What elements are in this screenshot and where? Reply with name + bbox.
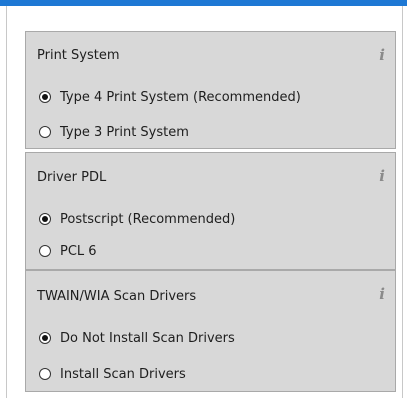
- postscript-label: Postscript (Recommended): [60, 211, 236, 227]
- print-system-group: Print System i Type 4 Print System (Reco…: [25, 31, 396, 149]
- driver-pdl-group: Driver PDL i Postscript (Recommended) PC…: [25, 152, 396, 270]
- driver-pdl-title: Driver PDL: [37, 170, 107, 185]
- type3-print-system-label: Type 3 Print System: [60, 124, 189, 140]
- pcl6-radio[interactable]: PCL 6: [39, 242, 97, 260]
- install-scan-drivers-label: Install Scan Drivers: [60, 366, 186, 382]
- info-icon[interactable]: i: [379, 48, 385, 63]
- install-scan-drivers-radio[interactable]: Install Scan Drivers: [39, 365, 186, 383]
- info-icon[interactable]: i: [379, 169, 385, 184]
- radio-unselected-icon[interactable]: [39, 245, 51, 257]
- postscript-radio[interactable]: Postscript (Recommended): [39, 210, 235, 228]
- scan-drivers-title: TWAIN/WIA Scan Drivers: [37, 289, 197, 304]
- do-not-install-scan-drivers-radio[interactable]: Do Not Install Scan Drivers: [39, 329, 235, 347]
- radio-unselected-icon[interactable]: [39, 368, 51, 380]
- info-icon[interactable]: i: [379, 287, 385, 302]
- radio-selected-icon[interactable]: [39, 332, 51, 344]
- scan-drivers-group: TWAIN/WIA Scan Drivers i Do Not Install …: [25, 270, 396, 392]
- pcl6-label: PCL 6: [60, 243, 97, 259]
- type4-print-system-radio[interactable]: Type 4 Print System (Recommended): [39, 88, 301, 106]
- radio-unselected-icon[interactable]: [39, 126, 51, 138]
- options-panel: Print System i Type 4 Print System (Reco…: [6, 6, 403, 398]
- type3-print-system-radio[interactable]: Type 3 Print System: [39, 123, 189, 141]
- type4-print-system-label: Type 4 Print System (Recommended): [60, 89, 301, 105]
- do-not-install-scan-drivers-label: Do Not Install Scan Drivers: [60, 330, 235, 346]
- radio-selected-icon[interactable]: [39, 213, 51, 225]
- print-system-title: Print System: [37, 48, 120, 63]
- radio-selected-icon[interactable]: [39, 91, 51, 103]
